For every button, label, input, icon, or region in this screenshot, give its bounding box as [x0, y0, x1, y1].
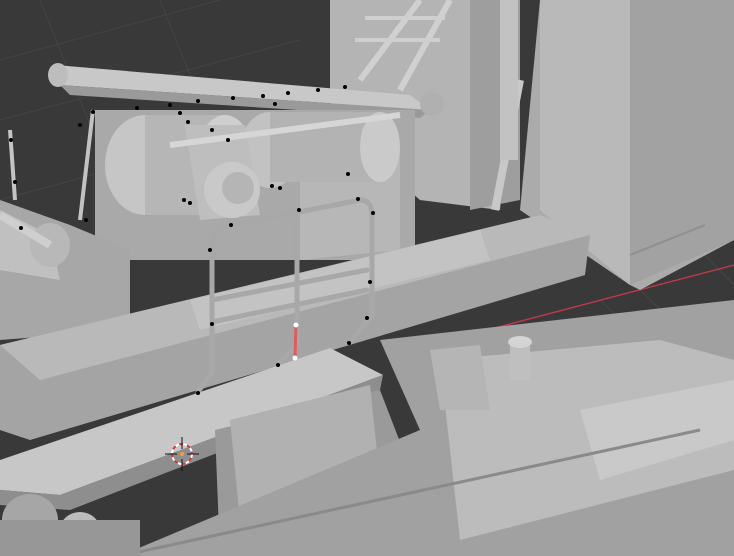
winch-assembly[interactable]: [78, 109, 415, 260]
viewport-canvas[interactable]: [0, 0, 734, 556]
3d-viewport[interactable]: [0, 0, 734, 556]
selected-edge[interactable]: [293, 324, 298, 359]
